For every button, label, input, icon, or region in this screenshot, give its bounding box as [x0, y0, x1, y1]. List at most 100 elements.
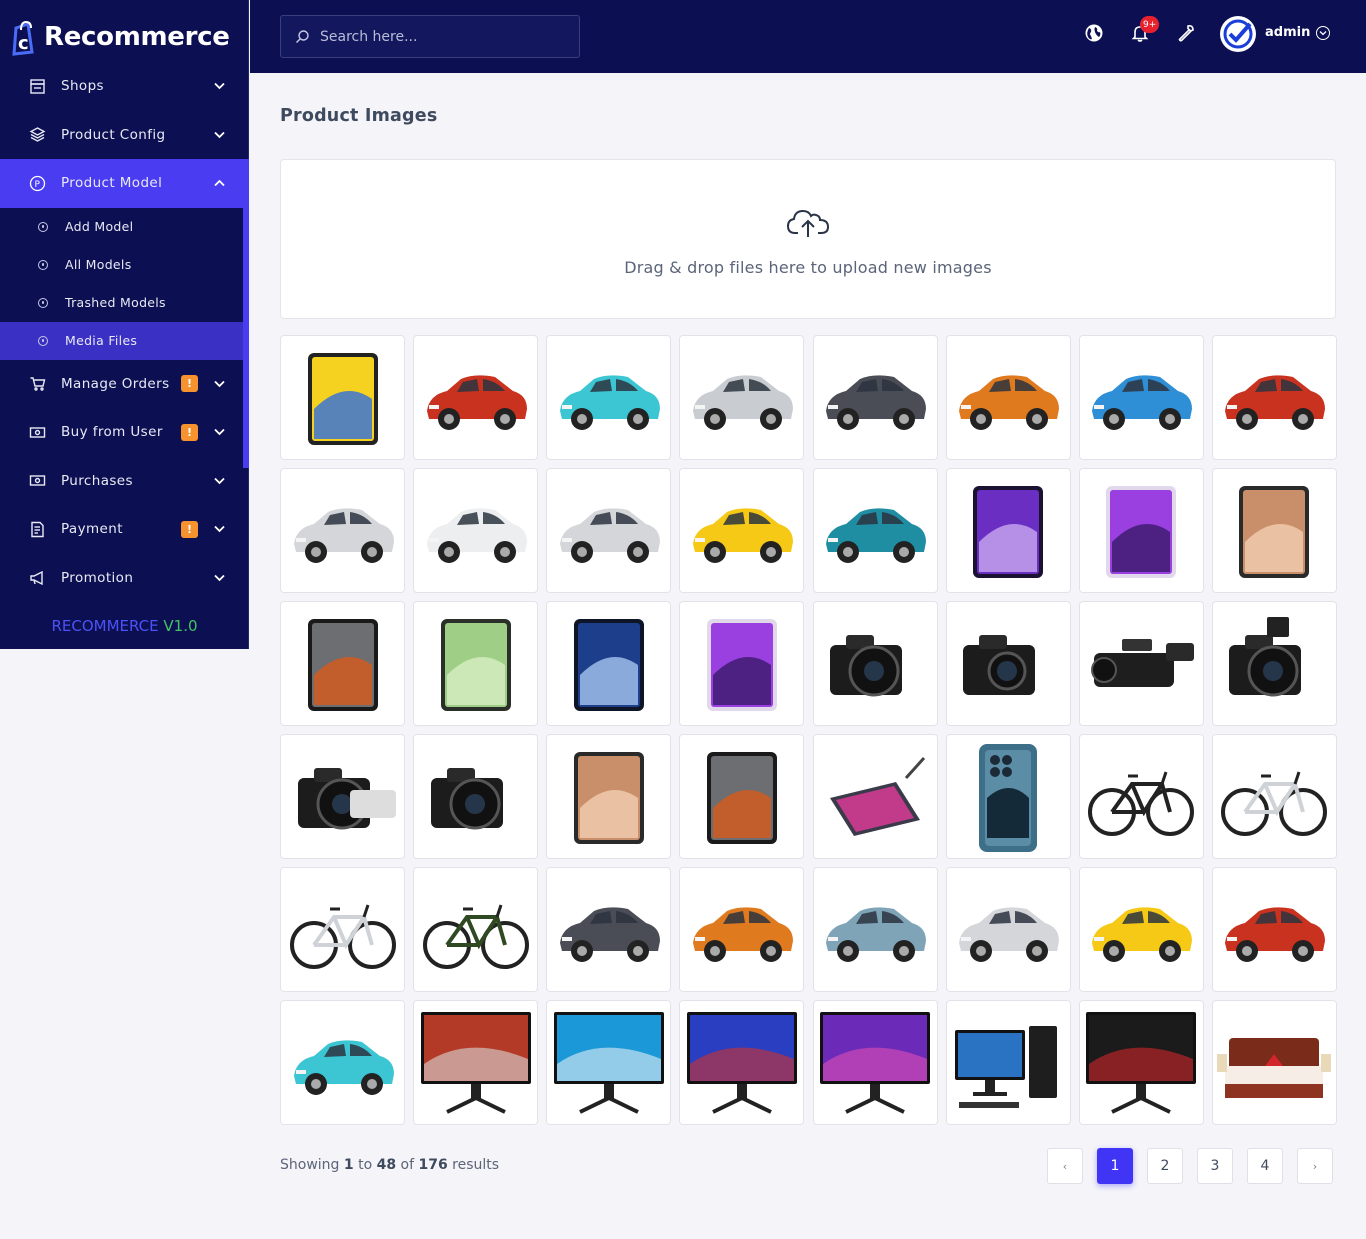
sidebar-item-payment[interactable]: Payment !: [0, 505, 249, 554]
media-thumbnail[interactable]: [945, 468, 1071, 593]
media-thumbnail[interactable]: [413, 734, 539, 859]
sidebar-item-shops[interactable]: Shops: [0, 62, 249, 111]
chevron-down-icon[interactable]: [1316, 26, 1330, 40]
invoice-icon: [28, 520, 46, 538]
media-thumbnail[interactable]: [812, 335, 938, 460]
version-number: V1.0: [163, 617, 198, 635]
media-thumbnail[interactable]: [280, 468, 405, 593]
sidebar-scrollbar[interactable]: [243, 206, 249, 468]
media-thumbnail[interactable]: [812, 867, 938, 992]
media-thumbnail[interactable]: [280, 867, 405, 992]
media-thumbnail[interactable]: [679, 335, 805, 460]
submenu-item-media-files[interactable]: Media Files: [0, 321, 249, 360]
submenu-item-trashed-models[interactable]: Trashed Models: [0, 284, 249, 322]
media-thumbnail[interactable]: [413, 468, 539, 593]
media-thumbnail[interactable]: [413, 867, 539, 992]
search-input[interactable]: [320, 28, 560, 45]
monitor-gaming-image: [686, 1011, 797, 1114]
showing-to: 48: [376, 1157, 397, 1173]
media-thumbnail[interactable]: [1078, 867, 1204, 992]
media-thumbnail[interactable]: [280, 335, 405, 460]
media-thumbnail[interactable]: [945, 601, 1071, 726]
sidebar-item-promotion[interactable]: Promotion: [0, 554, 249, 603]
sidebar-item-product-model[interactable]: P Product Model: [0, 159, 249, 208]
search-box[interactable]: [280, 15, 580, 58]
page-button-4[interactable]: 4: [1247, 1148, 1283, 1184]
media-thumbnail[interactable]: [812, 734, 938, 859]
media-thumbnail[interactable]: [679, 867, 805, 992]
media-thumbnail[interactable]: [413, 1000, 539, 1125]
media-thumbnail[interactable]: [1078, 601, 1204, 726]
media-thumbnail[interactable]: [280, 734, 405, 859]
megaphone-icon: [28, 569, 46, 587]
page-button-2[interactable]: 2: [1147, 1148, 1183, 1184]
globe-icon[interactable]: [1083, 22, 1105, 44]
showing-label: Showing: [280, 1157, 344, 1173]
camera-compact-image: [963, 634, 1036, 695]
dropzone-text: Drag & drop files here to upload new ima…: [624, 258, 992, 277]
wrench-icon[interactable]: [1175, 22, 1197, 44]
chevron-down-icon: [213, 378, 225, 390]
sidebar-item-manage-orders[interactable]: Manage Orders !: [0, 360, 249, 409]
warning-badge: !: [181, 423, 198, 441]
submenu-item-label: All Models: [65, 257, 132, 272]
sidebar-item-label: Product Model: [61, 175, 163, 192]
media-thumbnail[interactable]: [1211, 468, 1337, 593]
top-header: 9+ admin: [250, 0, 1366, 73]
media-thumbnail[interactable]: [1211, 335, 1337, 460]
media-thumbnail[interactable]: [1078, 734, 1204, 859]
media-grid: [280, 335, 1337, 1125]
media-thumbnail[interactable]: [1078, 335, 1204, 460]
media-thumbnail[interactable]: [1078, 1000, 1204, 1125]
media-thumbnail[interactable]: [1211, 601, 1337, 726]
version-label: RECOMMERCE V1.0: [0, 617, 249, 635]
media-thumbnail[interactable]: [546, 867, 672, 992]
media-thumbnail[interactable]: [1211, 867, 1337, 992]
media-thumbnail[interactable]: [679, 1000, 805, 1125]
chevron-down-icon: [213, 475, 225, 487]
media-thumbnail[interactable]: [546, 335, 672, 460]
bell-icon[interactable]: 9+: [1129, 16, 1160, 44]
media-thumbnail[interactable]: [280, 601, 405, 726]
media-thumbnail[interactable]: [413, 335, 539, 460]
media-thumbnail[interactable]: [812, 1000, 938, 1125]
media-thumbnail[interactable]: [945, 1000, 1071, 1125]
next-page-button[interactable]: ›: [1297, 1148, 1333, 1184]
submenu-item-all-models[interactable]: All Models: [0, 246, 249, 284]
media-thumbnail[interactable]: [546, 1000, 672, 1125]
media-thumbnail[interactable]: [812, 601, 938, 726]
user-name[interactable]: admin: [1265, 25, 1310, 40]
car-blue-coupe-image: [1092, 374, 1193, 430]
sidebar-item-label: Payment: [61, 521, 123, 538]
avatar[interactable]: [1220, 16, 1256, 52]
version-brand: RECOMMERCE: [51, 617, 159, 635]
sidebar-item-purchases[interactable]: Purchases: [0, 457, 249, 506]
media-thumbnail[interactable]: [812, 468, 938, 593]
media-thumbnail[interactable]: [945, 335, 1071, 460]
media-thumbnail[interactable]: [945, 734, 1071, 859]
submenu-item-add-model[interactable]: Add Model: [0, 208, 249, 246]
media-thumbnail[interactable]: [679, 601, 805, 726]
circle-dot-icon: [38, 297, 48, 308]
media-thumbnail[interactable]: [413, 601, 539, 726]
upload-dropzone[interactable]: Drag & drop files here to upload new ima…: [280, 159, 1336, 319]
tablet-green-image: [440, 618, 511, 711]
sidebar-item-buy-from-user[interactable]: Buy from User !: [0, 408, 249, 457]
page-button-1[interactable]: 1: [1097, 1148, 1133, 1184]
sidebar-item-product-config[interactable]: Product Config: [0, 111, 249, 160]
page-button-3[interactable]: 3: [1197, 1148, 1233, 1184]
media-thumbnail[interactable]: [679, 468, 805, 593]
cloud-upload-icon: [786, 209, 830, 237]
media-thumbnail[interactable]: [1211, 1000, 1337, 1125]
prev-page-button[interactable]: ‹: [1047, 1148, 1083, 1184]
car-silver-hatch-image: [293, 507, 394, 563]
media-thumbnail[interactable]: [280, 1000, 405, 1125]
media-thumbnail[interactable]: [1211, 734, 1337, 859]
media-thumbnail[interactable]: [546, 734, 672, 859]
sidebar-item-label: Buy from User: [61, 424, 163, 441]
media-thumbnail[interactable]: [546, 468, 672, 593]
media-thumbnail[interactable]: [679, 734, 805, 859]
media-thumbnail[interactable]: [1078, 468, 1204, 593]
media-thumbnail[interactable]: [546, 601, 672, 726]
media-thumbnail[interactable]: [945, 867, 1071, 992]
